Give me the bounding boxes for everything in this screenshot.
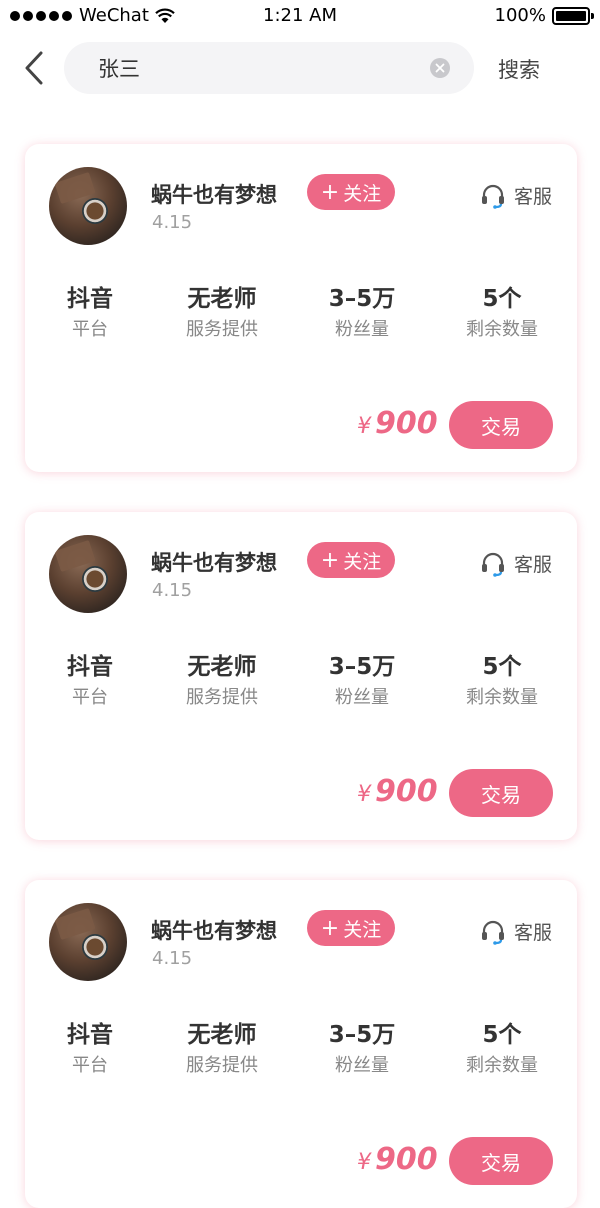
price: ¥900 [357,406,438,441]
stat-label: 服务提供 [186,687,258,708]
stat-label: 服务提供 [186,1055,258,1076]
stat-platform: 抖音 平台 [25,1020,155,1078]
stat-platform: 抖音 平台 [25,652,155,710]
follow-label: 关注 [343,918,382,941]
user-score: 4.15 [152,212,193,233]
search-input[interactable] [96,47,420,89]
headset-icon [482,552,504,577]
stats-row: 抖音 平台 无老师 服务提供 3–5万 粉丝量 5个 剩余数量 [25,1020,577,1090]
plus-icon: + [320,547,340,573]
stat-label: 粉丝量 [335,1055,389,1076]
back-button[interactable] [18,50,50,86]
stat-remaining: 5个 剩余数量 [437,284,567,342]
stat-label: 平台 [72,1055,108,1076]
trade-button[interactable]: 交易 [449,1137,553,1185]
stat-value: 5个 [482,654,522,680]
stat-platform: 抖音 平台 [25,284,155,342]
listing-card: 蜗牛也有梦想 4.15 + 关注 客服 抖音 平台 无老师 服务提供 3–5万 … [25,880,577,1208]
plus-icon: + [320,179,340,205]
stat-provider: 无老师 服务提供 [157,652,287,710]
stat-value: 3–5万 [328,1022,396,1048]
stat-provider: 无老师 服务提供 [157,284,287,342]
close-icon [435,63,445,73]
stat-label: 平台 [72,319,108,340]
user-name: 蜗牛也有梦想 [151,551,277,575]
price-amount: 900 [375,774,438,809]
currency-symbol: ¥ [357,782,371,807]
currency-symbol: ¥ [357,1150,371,1175]
stat-label: 剩余数量 [466,319,538,340]
search-button[interactable]: 搜索 [498,54,540,84]
stat-label: 剩余数量 [466,1055,538,1076]
trade-button[interactable]: 交易 [449,401,553,449]
stat-value: 抖音 [67,286,113,312]
follow-button[interactable]: + 关注 [307,542,395,578]
stat-remaining: 5个 剩余数量 [437,652,567,710]
stat-remaining: 5个 剩余数量 [437,1020,567,1078]
follow-button[interactable]: + 关注 [307,174,395,210]
follow-button[interactable]: + 关注 [307,910,395,946]
avatar [49,167,127,245]
stat-label: 粉丝量 [335,687,389,708]
headset-icon [482,184,504,209]
listing-card: 蜗牛也有梦想 4.15 + 关注 客服 抖音 平台 无老师 服务提供 3–5万 … [25,144,577,472]
plus-icon: + [320,915,340,941]
battery-percent: 100% [494,5,546,26]
stat-value: 抖音 [67,1022,113,1048]
stat-value: 抖音 [67,654,113,680]
customer-service-button[interactable]: 客服 [480,918,552,945]
service-label: 客服 [514,186,553,208]
follow-label: 关注 [343,550,382,573]
currency-symbol: ¥ [357,414,371,439]
user-score: 4.15 [152,580,193,601]
stat-label: 服务提供 [186,319,258,340]
stat-label: 粉丝量 [335,319,389,340]
stat-value: 5个 [482,1022,522,1048]
battery-icon [552,6,594,25]
service-label: 客服 [514,922,553,944]
stats-row: 抖音 平台 无老师 服务提供 3–5万 粉丝量 5个 剩余数量 [25,284,577,354]
customer-service-button[interactable]: 客服 [480,182,552,209]
stat-value: 3–5万 [328,286,396,312]
clear-search-button[interactable] [430,58,450,78]
search-nav-bar: 搜索 [0,40,600,96]
avatar [49,535,127,613]
price-amount: 900 [375,1142,438,1177]
stat-value: 5个 [482,286,522,312]
user-name: 蜗牛也有梦想 [151,919,277,943]
stat-provider: 无老师 服务提供 [157,1020,287,1078]
search-box [64,42,474,94]
stat-value: 无老师 [187,1022,257,1048]
user-score: 4.15 [152,948,193,969]
stat-value: 无老师 [187,654,257,680]
stat-value: 3–5万 [328,654,396,680]
avatar [49,903,127,981]
service-label: 客服 [514,554,553,576]
user-name: 蜗牛也有梦想 [151,183,277,207]
stat-label: 平台 [72,687,108,708]
customer-service-button[interactable]: 客服 [480,550,552,577]
status-bar: WeChat 1:21 AM 100% [0,0,600,32]
stat-value: 无老师 [187,286,257,312]
headset-icon [482,920,504,945]
stat-followers: 3–5万 粉丝量 [297,1020,427,1078]
trade-button[interactable]: 交易 [449,769,553,817]
stat-followers: 3–5万 粉丝量 [297,284,427,342]
price-amount: 900 [375,406,438,441]
stats-row: 抖音 平台 无老师 服务提供 3–5万 粉丝量 5个 剩余数量 [25,652,577,722]
follow-label: 关注 [343,182,382,205]
status-right: 100% [494,5,594,26]
listing-card: 蜗牛也有梦想 4.15 + 关注 客服 抖音 平台 无老师 服务提供 3–5万 … [25,512,577,840]
chevron-left-icon [25,51,43,85]
stat-label: 剩余数量 [466,687,538,708]
price: ¥900 [357,774,438,809]
price: ¥900 [357,1142,438,1177]
stat-followers: 3–5万 粉丝量 [297,652,427,710]
